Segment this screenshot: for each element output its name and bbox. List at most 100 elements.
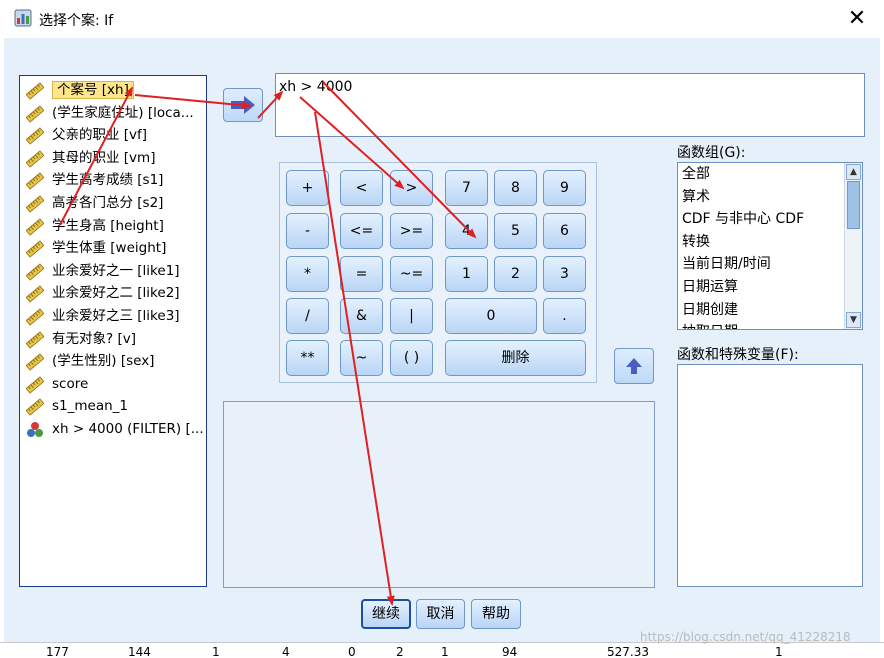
key-1[interactable]: 1 — [445, 256, 488, 292]
functions-list[interactable] — [677, 364, 863, 587]
expression-input[interactable]: xh > 4000 — [275, 73, 865, 137]
delete-button[interactable]: 删除 — [445, 340, 586, 376]
function-group-item[interactable]: 日期创建 — [678, 299, 862, 322]
ruler-scale-icon — [25, 330, 45, 349]
move-variable-button[interactable] — [223, 88, 263, 122]
variable-item[interactable]: xh > 4000 (FILTER) [... — [20, 418, 206, 441]
scroll-thumb[interactable] — [847, 181, 860, 229]
function-description-area — [223, 401, 655, 588]
data-cell: 1 — [775, 645, 783, 658]
key-5[interactable]: 5 — [494, 213, 537, 249]
key-6[interactable]: 6 — [543, 213, 586, 249]
function-group-item[interactable]: 当前日期/时间 — [678, 253, 862, 276]
function-group-item[interactable]: 转换 — [678, 231, 862, 254]
variable-item[interactable]: 个案号 [xh] — [20, 79, 206, 102]
cancel-button[interactable]: 取消 — [416, 599, 465, 629]
key-9[interactable]: 9 — [543, 170, 586, 206]
key-decimal[interactable]: . — [543, 298, 586, 334]
function-group-item[interactable]: CDF 与非中心 CDF — [678, 208, 862, 231]
background-data-row: 177 144 1 4 0 2 1 94 527.33 1 — [0, 642, 884, 658]
key-minus[interactable]: - — [286, 213, 329, 249]
watermark: https://blog.csdn.net/qq_41228218 — [640, 630, 851, 644]
ruler-scale-icon — [25, 308, 45, 326]
variable-item[interactable]: s1_mean_1 — [20, 395, 206, 418]
key-not-equal[interactable]: ~= — [390, 256, 433, 292]
functions-label: 函数和特殊变量(F): — [677, 347, 799, 363]
key-7[interactable]: 7 — [445, 170, 488, 206]
variable-label: 其母的职业 [vm] — [52, 149, 156, 166]
variable-item[interactable]: 业余爱好之三 [like3] — [20, 305, 206, 328]
ruler-scale-icon — [25, 285, 45, 303]
key-0[interactable]: 0 — [445, 298, 537, 334]
function-group-item[interactable]: 抽取日期 — [678, 321, 862, 329]
ruler-scale-icon — [25, 240, 45, 258]
spss-app-icon — [14, 9, 32, 27]
continue-button[interactable]: 继续 — [361, 599, 411, 629]
data-cell: 2 — [396, 645, 404, 658]
variable-item[interactable]: 学生体重 [weight] — [20, 237, 206, 260]
scroll-up-icon[interactable]: ▲ — [846, 164, 861, 180]
variable-item[interactable]: 业余爱好之一 [like1] — [20, 260, 206, 283]
key-and[interactable]: & — [340, 298, 383, 334]
variable-label: 学生高考成绩 [s1] — [52, 172, 164, 189]
ruler-scale-icon — [25, 195, 45, 213]
key-parentheses[interactable]: ( ) — [390, 340, 433, 376]
help-button[interactable]: 帮助 — [471, 599, 521, 629]
key-divide[interactable]: / — [286, 298, 329, 334]
variable-item[interactable]: 高考各门总分 [s2] — [20, 192, 206, 215]
variable-item[interactable]: (学生性别) [sex] — [20, 350, 206, 373]
key-3[interactable]: 3 — [543, 256, 586, 292]
variable-item[interactable]: 学生高考成绩 [s1] — [20, 169, 206, 192]
variable-label: 高考各门总分 [s2] — [52, 194, 164, 211]
key-4[interactable]: 4 — [445, 213, 488, 249]
function-group-item[interactable]: 日期运算 — [678, 276, 862, 299]
key-2[interactable]: 2 — [494, 256, 537, 292]
close-button[interactable]: ✕ — [842, 4, 872, 34]
data-cell: 1 — [212, 645, 220, 658]
function-group-item[interactable]: 全部 — [678, 163, 862, 186]
ruler-scale-icon — [25, 353, 45, 371]
expression-text: xh > 4000 — [279, 79, 353, 95]
calculator-keypad: + < > 7 8 9 - <= >= 4 5 6 * = ~= 1 2 3 /… — [279, 162, 597, 383]
variable-label: 父亲的职业 [vf] — [52, 127, 148, 144]
key-greater-equal[interactable]: >= — [390, 213, 433, 249]
ruler-scale-icon — [25, 127, 45, 145]
data-cell: 144 — [128, 645, 151, 658]
variable-label: 业余爱好之一 [like1] — [52, 262, 180, 279]
ruler-scale-icon — [25, 104, 45, 123]
variable-item[interactable]: 其母的职业 [vm] — [20, 147, 206, 170]
insert-function-button[interactable] — [614, 348, 654, 384]
variable-item[interactable]: (学生家庭住址) [loca... — [20, 102, 206, 125]
data-cell: 177 — [46, 645, 69, 658]
key-or[interactable]: | — [390, 298, 433, 334]
variable-label: s1_mean_1 — [52, 398, 128, 415]
function-group-scrollbar[interactable]: ▲ ▼ — [844, 163, 862, 329]
window-title: 选择个案: If — [39, 13, 114, 29]
function-group-list[interactable]: 全部算术CDF 与非中心 CDF转换当前日期/时间日期运算日期创建抽取日期 ▲ … — [677, 162, 863, 330]
variable-item[interactable]: 业余爱好之二 [like2] — [20, 282, 206, 305]
ruler-scale-icon — [25, 398, 45, 416]
variable-label: 业余爱好之二 [like2] — [52, 285, 180, 302]
title-bar: 选择个案: If ✕ — [0, 0, 884, 38]
nominal-balls-icon — [26, 421, 44, 439]
variable-label: 学生身高 [height] — [52, 217, 164, 234]
variable-label: xh > 4000 (FILTER) [... — [52, 420, 204, 437]
variable-item[interactable]: score — [20, 373, 206, 396]
key-not[interactable]: ~ — [340, 340, 383, 376]
variable-item[interactable]: 父亲的职业 [vf] — [20, 124, 206, 147]
variable-item[interactable]: 学生身高 [height] — [20, 215, 206, 238]
key-greater-than[interactable]: > — [390, 170, 433, 206]
function-group-item[interactable]: 算术 — [678, 186, 862, 209]
variable-item[interactable]: 有无对象? [v] — [20, 328, 206, 351]
key-less-than[interactable]: < — [340, 170, 383, 206]
key-power[interactable]: ** — [286, 340, 329, 376]
scroll-down-icon[interactable]: ▼ — [846, 312, 861, 328]
key-8[interactable]: 8 — [494, 170, 537, 206]
variable-list[interactable]: 个案号 [xh] (学生家庭住址) [loca... 父亲的职业 [vf] 其母的职业… — [19, 75, 207, 587]
key-less-equal[interactable]: <= — [340, 213, 383, 249]
key-multiply[interactable]: * — [286, 256, 329, 292]
close-icon: ✕ — [847, 6, 867, 31]
key-plus[interactable]: + — [286, 170, 329, 206]
variable-label: 业余爱好之三 [like3] — [52, 307, 180, 324]
key-equal[interactable]: = — [340, 256, 383, 292]
